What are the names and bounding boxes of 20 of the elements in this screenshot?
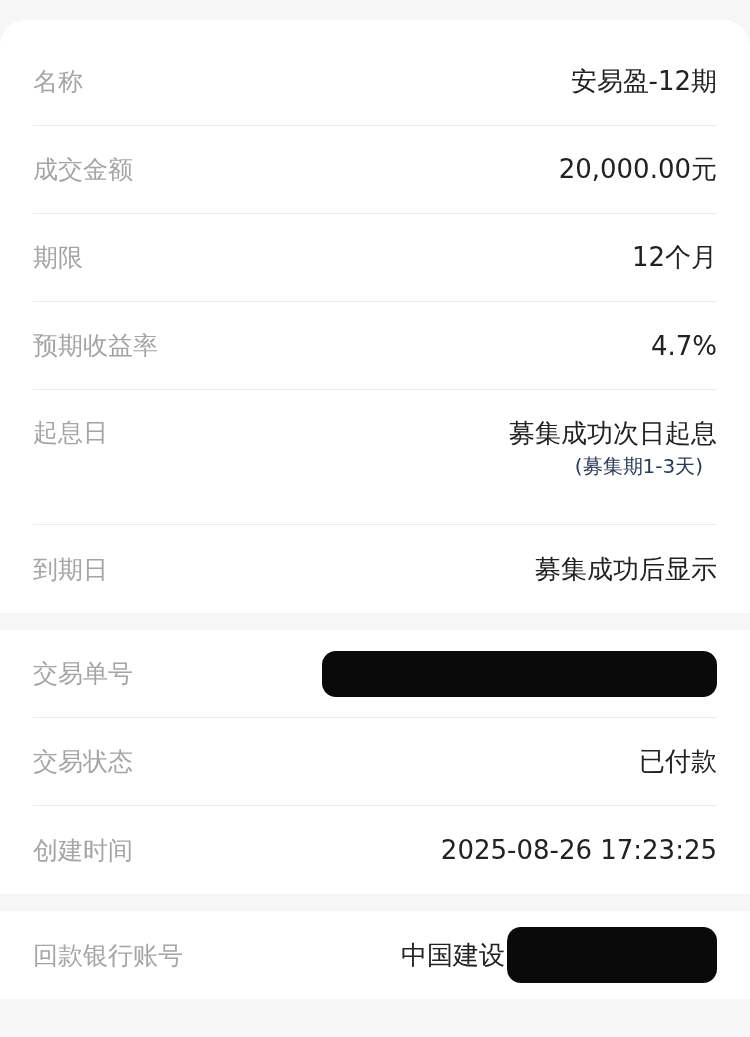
field-label: 交易单号 (33, 658, 133, 690)
field-label: 回款银行账号 (33, 939, 183, 972)
field-label: 预期收益率 (33, 330, 158, 362)
field-label: 交易状态 (33, 746, 133, 778)
field-label: 到期日 (33, 553, 108, 586)
field-value: 募集成功次日起息 (509, 417, 717, 450)
field-label: 起息日 (33, 417, 108, 449)
field-label: 成交金额 (33, 154, 133, 186)
field-value: 12个月 (631, 241, 717, 274)
field-value: 中国建设 (401, 938, 505, 972)
field-label: 创建时间 (33, 834, 133, 867)
field-value: 20,000.00元 (558, 153, 717, 186)
field-value: 募集成功后显示 (535, 552, 717, 586)
field-label: 期限 (33, 242, 83, 274)
field-value: 安易盈-12期 (570, 65, 717, 98)
field-value: 已付款 (639, 745, 717, 778)
field-value: 4.7% (650, 330, 717, 361)
field-value: 2025-08-26 17:23:25 (440, 835, 717, 865)
field-label: 名称 (33, 66, 83, 98)
field-note: (募集期1-3天) (574, 453, 703, 480)
